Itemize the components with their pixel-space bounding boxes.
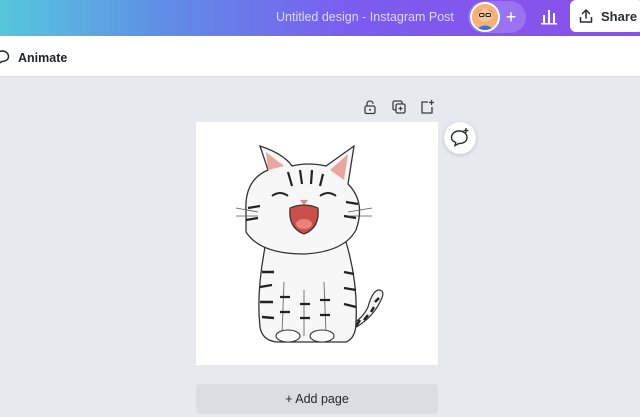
editor-toolbar: Animate: [0, 36, 640, 77]
add-comment-button[interactable]: [444, 122, 476, 154]
document-title[interactable]: Untitled design - Instagram Post: [276, 10, 454, 24]
insights-button[interactable]: [536, 4, 562, 30]
lock-icon[interactable]: [362, 99, 378, 115]
share-label: Share: [601, 8, 638, 24]
design-canvas[interactable]: [196, 122, 438, 365]
bar-chart-icon: [541, 10, 557, 25]
add-comment-icon: [450, 128, 469, 147]
top-bar: Untitled design - Instagram Post + Share: [0, 0, 640, 36]
add-page-button[interactable]: + Add page: [196, 384, 438, 414]
share-button[interactable]: Share: [570, 0, 640, 32]
user-avatar[interactable]: [470, 2, 500, 32]
upload-icon: [579, 9, 593, 23]
add-page-icon[interactable]: [419, 99, 435, 115]
speech-bubble-icon[interactable]: [0, 49, 10, 65]
animate-button[interactable]: Animate: [18, 51, 67, 65]
cat-illustration: [235, 144, 384, 343]
add-collaborator-button[interactable]: +: [503, 8, 519, 26]
duplicate-icon[interactable]: [391, 99, 407, 115]
